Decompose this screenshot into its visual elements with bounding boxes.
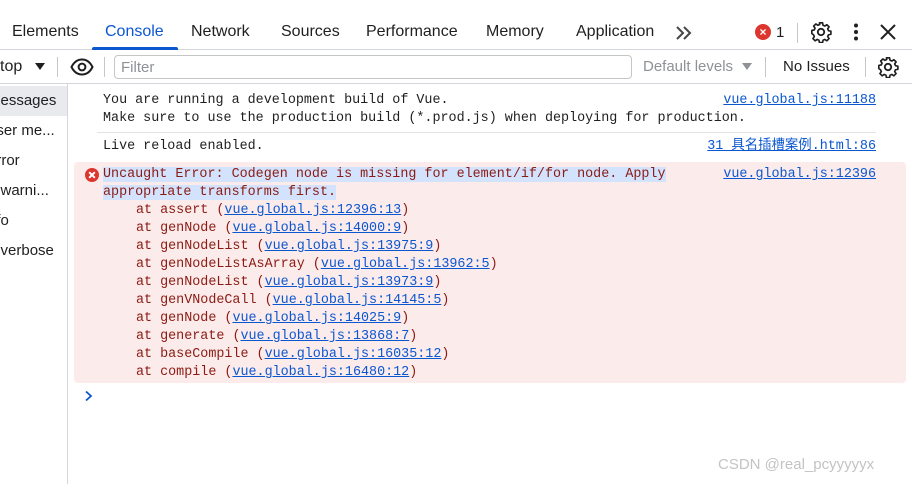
watermark: CSDN @real_pcyyyyyx: [718, 456, 875, 473]
stack-frame: at genNodeList (vue.global.js:13973:9): [136, 275, 442, 290]
sidebar-item-warnings[interactable]: o warni...: [0, 176, 67, 206]
tab-application[interactable]: Application: [576, 16, 654, 49]
sidebar-item-errors[interactable]: error: [0, 146, 67, 176]
sidebar-item-label: error: [0, 152, 20, 169]
stack-frame-link[interactable]: vue.global.js:16480:12: [232, 365, 409, 380]
stack-frame-function: at genVNodeCall: [136, 293, 257, 308]
filter-input[interactable]: [115, 56, 631, 78]
source-link[interactable]: 31 具名插槽案例.html:86: [707, 138, 876, 156]
console-message-line: You are running a development build of V…: [103, 93, 449, 108]
tab-memory[interactable]: Memory: [486, 16, 544, 49]
stack-frame-link[interactable]: vue.global.js:13962:5: [321, 257, 490, 272]
stack-frame: at genNodeListAsArray (vue.global.js:139…: [136, 257, 498, 272]
sidebar-item-label: messages: [0, 92, 57, 109]
settings-gear-icon[interactable]: [810, 21, 832, 43]
stack-frame-function: at genNodeListAsArray: [136, 257, 305, 272]
stack-frame-function: at compile: [136, 365, 217, 380]
sidebar-item-messages[interactable]: messages: [0, 86, 67, 116]
context-selector[interactable]: top: [0, 50, 22, 83]
stack-frame: at genVNodeCall (vue.global.js:14145:5): [136, 293, 450, 308]
toolbar-divider: [104, 57, 105, 77]
stack-frame-link[interactable]: vue.global.js:14025:9: [232, 311, 401, 326]
tab-performance[interactable]: Performance: [366, 16, 458, 49]
stack-frame-link[interactable]: vue.global.js:13973:9: [265, 275, 434, 290]
error-message-line: Uncaught Error: Codegen node is missing …: [103, 167, 666, 182]
stack-frame: at baseCompile (vue.global.js:16035:12): [136, 347, 450, 362]
console-output: You are running a development build of V…: [69, 84, 912, 484]
close-icon[interactable]: [877, 21, 899, 43]
stack-frame-link[interactable]: vue.global.js:14000:9: [232, 221, 401, 236]
sidebar-item-label: o verbose: [0, 242, 54, 259]
stack-frame: at genNodeList (vue.global.js:13975:9): [136, 239, 442, 254]
stack-frame-link[interactable]: vue.global.js:13868:7: [240, 329, 409, 344]
dropdown-caret-icon[interactable]: [35, 63, 45, 70]
chevron-right-icon[interactable]: [83, 390, 95, 402]
stack-frame-link[interactable]: vue.global.js:12396:13: [224, 203, 401, 218]
stack-frame: at compile (vue.global.js:16480:12): [136, 365, 418, 380]
stack-frame-function: at genNodeList: [136, 275, 249, 290]
more-tabs-icon[interactable]: [674, 23, 694, 43]
dropdown-caret-icon[interactable]: [742, 63, 752, 70]
sidebar-item-verbose[interactable]: o verbose: [0, 236, 67, 266]
console-message-line: Make sure to use the production build (*…: [103, 111, 746, 126]
sidebar-item-label: nfo: [0, 212, 9, 229]
stack-frame-function: at genNode: [136, 311, 217, 326]
tab-sources[interactable]: Sources: [281, 16, 340, 49]
stack-frame-function: at baseCompile: [136, 347, 249, 362]
error-badge-icon[interactable]: ×: [755, 24, 771, 40]
console-sidebar: messages user me... error o warni... nfo…: [0, 84, 68, 484]
stack-frame-link[interactable]: vue.global.js:14145:5: [273, 293, 442, 308]
stack-frame: at generate (vue.global.js:13868:7): [136, 329, 418, 344]
sidebar-item-label: o warni...: [0, 182, 49, 199]
stack-frame-function: at genNodeList: [136, 239, 249, 254]
error-circle-icon: [85, 168, 99, 182]
toolbar-divider: [765, 57, 766, 77]
stack-frame-function: at generate: [136, 329, 225, 344]
stack-frame: at genNode (vue.global.js:14000:9): [136, 221, 410, 236]
tab-console[interactable]: Console: [105, 16, 164, 49]
source-link[interactable]: vue.global.js:12396: [723, 166, 876, 184]
console-message-line: Live reload enabled.: [103, 139, 264, 154]
stack-frame-link[interactable]: vue.global.js:16035:12: [265, 347, 442, 362]
message-divider: [97, 132, 876, 133]
tab-elements[interactable]: Elements: [12, 16, 79, 49]
kebab-menu-icon[interactable]: [845, 21, 867, 43]
sidebar-item-user-messages[interactable]: user me...: [0, 116, 67, 146]
stack-frame-function: at assert: [136, 203, 209, 218]
console-settings-gear-icon[interactable]: [877, 56, 899, 78]
error-count[interactable]: 1: [776, 16, 784, 49]
issues-button[interactable]: No Issues: [783, 50, 850, 83]
stack-frame-link[interactable]: vue.global.js:13975:9: [265, 239, 434, 254]
error-message-line: appropriate transforms first.: [103, 185, 337, 200]
sidebar-item-info[interactable]: nfo: [0, 206, 67, 236]
stack-frame: at assert (vue.global.js:12396:13): [136, 203, 410, 218]
eye-icon[interactable]: [70, 57, 94, 77]
toolbar-divider: [797, 23, 798, 43]
sidebar-item-label: user me...: [0, 122, 55, 139]
devtools-tab-bar: Elements Console Network Sources Perform…: [0, 16, 912, 50]
tab-network[interactable]: Network: [191, 16, 250, 49]
stack-frame: at genNode (vue.global.js:14025:9): [136, 311, 410, 326]
toolbar-divider: [57, 57, 58, 77]
source-link[interactable]: vue.global.js:11188: [723, 92, 876, 110]
filter-field[interactable]: [114, 55, 632, 79]
log-levels-dropdown[interactable]: Default levels: [643, 50, 733, 83]
stack-frame-function: at genNode: [136, 221, 217, 236]
toolbar-divider: [865, 57, 866, 77]
console-filter-toolbar: top Default levels No Issues: [0, 50, 912, 84]
